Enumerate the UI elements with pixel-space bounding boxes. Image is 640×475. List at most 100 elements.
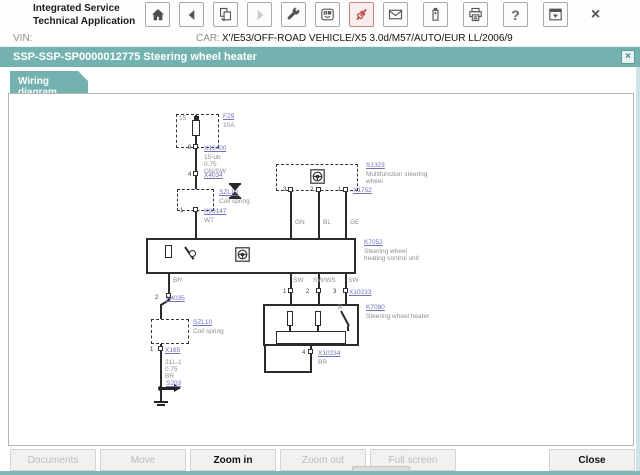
wire [160, 344, 162, 401]
heater-frame [276, 331, 346, 344]
wire-label: 10A [223, 122, 235, 129]
ground-bar [154, 401, 168, 403]
documents-pair-button[interactable] [213, 2, 238, 27]
wire-label: B [338, 304, 343, 311]
back-arrow-icon [184, 7, 200, 23]
connector-plug-icon [353, 6, 370, 23]
close-app-button[interactable]: × [583, 2, 608, 27]
connector-pin [193, 171, 198, 176]
pin-number: 2 [310, 187, 314, 193]
component-code-link[interactable]: K7080 [366, 304, 385, 311]
battery-button[interactable] [423, 2, 448, 27]
wire-label: SW [348, 277, 359, 284]
window-restore-button[interactable] [543, 2, 568, 27]
wire [290, 191, 292, 238]
back-button[interactable] [179, 2, 204, 27]
pin-number: 3 [283, 187, 287, 193]
connector-pin [316, 288, 321, 293]
wrench-icon [285, 6, 302, 23]
obd-connection-button[interactable] [315, 2, 340, 27]
print-button[interactable] [463, 2, 488, 27]
component-code-link[interactable]: X10233 [349, 289, 371, 296]
heating-control-unit-box [146, 238, 356, 274]
component-code-link[interactable]: SZL10 [193, 319, 212, 326]
wire-label: BR [318, 359, 328, 366]
help-icon: ? [511, 6, 520, 23]
wire-label: Coil spring [193, 328, 224, 335]
forward-arrow-icon [252, 7, 268, 23]
content-area: F29 10A 15 9 X10400 15-ub 0.75 GN/SW 4 X4034 SZL10… [8, 93, 634, 446]
footer-button-documents: Documents [10, 449, 96, 471]
wire-label: heating control unit [364, 255, 419, 262]
wire [317, 326, 319, 331]
header: Integrated Service Technical Application [0, 0, 640, 30]
window-edge-right [636, 67, 640, 471]
wire [264, 371, 312, 373]
component-code-link[interactable]: X1752 [353, 187, 372, 194]
pin-number: 1 [180, 208, 184, 214]
tab-wiring-diagram[interactable]: Wiring diagram [10, 71, 88, 93]
wire-label: WT [204, 217, 215, 224]
vehicle-connector-button[interactable] [349, 2, 374, 27]
connector-pin [158, 346, 163, 351]
wire-label: BL [323, 219, 331, 226]
component-code-link[interactable]: X4035 [166, 295, 185, 302]
home-button[interactable] [145, 2, 170, 27]
panel-title: SSP-SSP-SP0000012775 Steering wheel heat… [13, 51, 257, 63]
component-code-link[interactable]: S1323 [366, 162, 385, 169]
component-code-link[interactable]: F29 [223, 113, 234, 120]
pin-number: 4 [302, 350, 306, 356]
pin-number: 2 [155, 295, 159, 301]
mail-button[interactable] [383, 2, 408, 27]
wire [264, 346, 266, 373]
component-code-link[interactable]: SZL10 [219, 189, 238, 196]
app-title: Integrated Service Technical Application [33, 3, 135, 28]
home-icon [149, 6, 167, 24]
footer-button-close[interactable]: Close [549, 449, 635, 471]
car-value: X'/E53/OFF-ROAD VEHICLE/X5 3.0d/M57/AUTO… [222, 33, 513, 44]
battery-icon [427, 6, 444, 23]
wire-label: 0.75 [204, 161, 217, 168]
component-code-link[interactable]: X10400 [204, 145, 226, 152]
mail-icon [387, 6, 404, 23]
component-code-link[interactable]: K7052 [364, 239, 383, 246]
component-code-link[interactable]: X4034 [204, 172, 223, 179]
wire [347, 326, 349, 331]
component-code-link[interactable]: X10234 [318, 350, 340, 357]
wire-label: Multifunction steering [366, 171, 428, 178]
vin-label: VIN: [13, 33, 33, 44]
connector-pin [288, 187, 293, 192]
window-restore-icon [547, 6, 564, 23]
connector-pin [288, 288, 293, 293]
panel-close-icon[interactable]: × [621, 50, 635, 64]
wire-label: 31L-1 [165, 359, 182, 366]
vehicle-bar: VIN: CAR: X'/E53/OFF-ROAD VEHICLE/X5 3.0… [0, 30, 640, 47]
wire-label: BR [173, 277, 183, 284]
component-code-link[interactable]: X165 [165, 347, 180, 354]
documents-pair-icon [217, 6, 234, 23]
obd-connector-icon [319, 6, 336, 23]
wire-label: Steering wheel [364, 248, 407, 255]
app-window: Integrated Service Technical Application [0, 0, 640, 475]
coil-spring-box-lower [151, 319, 189, 344]
wire-label: 15 [179, 115, 187, 122]
service-functions-button[interactable] [281, 2, 306, 27]
wire-label: 0.75 [165, 366, 178, 373]
resistor-symbol [165, 245, 172, 258]
connector-pin [316, 187, 321, 192]
wire-label: wheel [366, 178, 383, 185]
wiring-diagram[interactable]: F29 10A 15 9 X10400 15-ub 0.75 GN/SW 4 X4034 SZL10… [9, 98, 633, 445]
wire-label: BR [165, 373, 175, 380]
component-code-link[interactable]: X90147 [204, 208, 226, 215]
heater-element-symbol [315, 311, 321, 326]
forward-button[interactable] [247, 2, 272, 27]
component-code-link[interactable]: S203 [166, 380, 181, 387]
close-icon: × [590, 5, 601, 23]
connector-pin [193, 207, 198, 212]
wire-label: GE [350, 219, 360, 226]
ground-bar [157, 404, 165, 406]
connector-pin [308, 349, 313, 354]
footer-button-zoom-in[interactable]: Zoom in [190, 449, 276, 471]
toolbar: ? × [145, 2, 617, 27]
help-button[interactable]: ? [503, 2, 528, 27]
